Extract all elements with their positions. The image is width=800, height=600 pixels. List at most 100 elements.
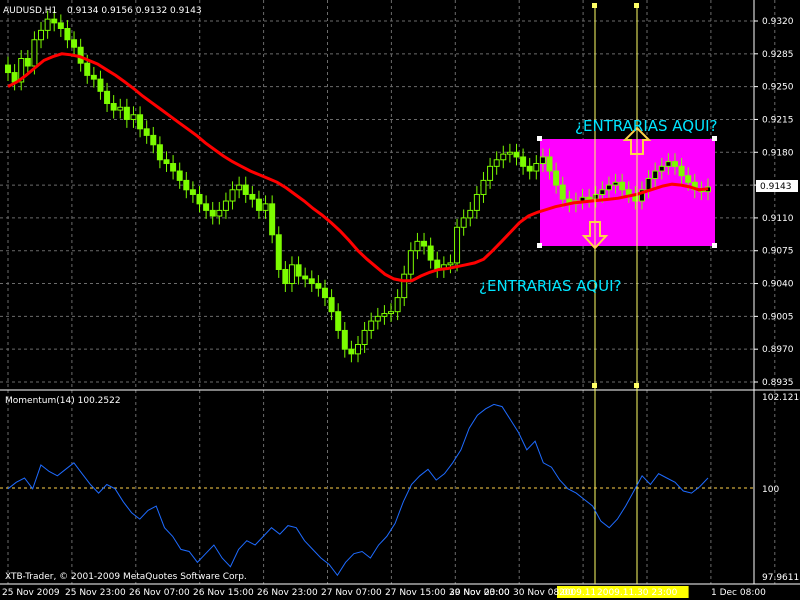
candle-body-up bbox=[361, 329, 368, 345]
candle-body-down bbox=[71, 39, 78, 48]
momentum-tick-label: 100 bbox=[762, 485, 779, 495]
candle-body-up bbox=[130, 114, 137, 120]
candle-body-up bbox=[599, 189, 606, 195]
time-tick-label: 1 Dec 08:00 bbox=[711, 588, 766, 598]
candle-body-down bbox=[57, 22, 64, 30]
candle-body-down bbox=[163, 159, 170, 165]
top-annotation[interactable]: ¿ENTRARIAS AQUI? bbox=[575, 117, 717, 135]
candle-body-up bbox=[447, 262, 454, 266]
price-tick-label: 0.9285 bbox=[762, 50, 794, 60]
box-handle-bl[interactable] bbox=[537, 243, 542, 248]
candle-body-up bbox=[645, 178, 652, 191]
candle-body-down bbox=[156, 144, 163, 161]
time-tick-label: 2009.11.30 23:00 bbox=[597, 588, 678, 598]
momentum-tick-label: 102.1218 bbox=[762, 393, 800, 403]
candle-body-down bbox=[97, 78, 104, 92]
candle-body-down bbox=[104, 90, 111, 105]
candle-body-down bbox=[176, 170, 183, 181]
candle-body-up bbox=[31, 39, 38, 67]
vline-1-handle-bottom[interactable] bbox=[592, 383, 597, 388]
candle-body-down bbox=[51, 18, 58, 24]
candle-body-up bbox=[222, 200, 229, 211]
vline-1-handle-top[interactable] bbox=[592, 3, 597, 8]
candle-body-down bbox=[64, 28, 71, 41]
candle-body-up bbox=[460, 217, 467, 228]
candle-body-up bbox=[480, 179, 487, 195]
candle-body-up bbox=[665, 161, 672, 167]
chart-symbol-label: AUDUSD,H1 bbox=[3, 6, 57, 16]
candle-body-down bbox=[321, 287, 328, 299]
bottom-annotation[interactable]: ¿ENTRARIAS AQUI? bbox=[479, 277, 621, 295]
candle-body-down bbox=[5, 64, 11, 74]
candle-body-down bbox=[295, 264, 302, 277]
candle-body-down bbox=[84, 62, 91, 76]
candle-body-up bbox=[288, 264, 295, 285]
candle-body-up bbox=[500, 153, 507, 161]
candle-body-down bbox=[203, 203, 210, 211]
candle-body-down bbox=[685, 175, 692, 183]
candle-body-up bbox=[605, 184, 612, 191]
candle-body-up bbox=[381, 313, 388, 317]
candle-body-down bbox=[315, 283, 322, 289]
candle-body-down bbox=[513, 151, 520, 158]
candle-body-up bbox=[374, 315, 381, 322]
time-tick-label: 26 Nov 15:00 bbox=[193, 588, 254, 598]
momentum-title: Momentum(14) 100.2522 bbox=[5, 396, 121, 406]
candle-body-down bbox=[427, 245, 434, 261]
time-tick-label: 25 Nov 23:00 bbox=[65, 588, 126, 598]
candle-body-down bbox=[520, 156, 527, 167]
price-tick-label: 0.9180 bbox=[762, 148, 794, 158]
candle-body-down bbox=[678, 165, 685, 177]
candle-body-up bbox=[414, 240, 421, 252]
candle-body-down bbox=[269, 203, 276, 236]
box-handle-tl[interactable] bbox=[537, 136, 542, 141]
price-tick-label: 0.8935 bbox=[762, 378, 794, 388]
candle-body-up bbox=[394, 297, 401, 313]
price-tick-label: 0.9075 bbox=[762, 247, 794, 257]
candle-body-up bbox=[117, 106, 124, 111]
candle-body-down bbox=[137, 114, 144, 130]
vline-2-handle-bottom[interactable] bbox=[634, 383, 639, 388]
trading-chart[interactable]: ¿ENTRARIAS AQUI? ¿ENTRARIAS AQUI? AUDUSD… bbox=[0, 0, 800, 600]
vline-2-handle-top[interactable] bbox=[634, 3, 639, 8]
candle-body-down bbox=[302, 275, 309, 280]
candle-body-up bbox=[262, 203, 269, 211]
candle-body-down bbox=[110, 103, 117, 111]
chart-ohlc-label: 0.9134 0.9156 0.9132 0.9143 bbox=[67, 6, 202, 16]
candle-body-down bbox=[150, 134, 157, 146]
price-tick-label: 0.9320 bbox=[762, 17, 794, 27]
candle-body-up bbox=[229, 189, 236, 202]
candle-body-down bbox=[123, 106, 130, 120]
candle-body-down bbox=[242, 184, 249, 195]
candle-body-up bbox=[236, 184, 243, 191]
candle-body-up bbox=[473, 193, 480, 211]
candle-body-up bbox=[407, 250, 414, 275]
candle-body-down bbox=[24, 58, 31, 67]
candle-body-up bbox=[467, 209, 474, 219]
candle-body-up bbox=[454, 226, 461, 264]
candle-body-down bbox=[586, 196, 593, 200]
candle-body-up bbox=[506, 151, 513, 155]
time-tick-label: 27 Nov 07:00 bbox=[321, 588, 382, 598]
candle-body-down bbox=[90, 74, 97, 80]
candle-body-up bbox=[539, 156, 546, 165]
price-tick-label: 0.9005 bbox=[762, 312, 794, 322]
candle-body-up bbox=[216, 209, 223, 217]
candle-body-down bbox=[619, 181, 626, 191]
candle-body-down bbox=[275, 234, 282, 270]
candle-body-down bbox=[526, 165, 533, 172]
price-tick-label: 0.9040 bbox=[762, 280, 794, 290]
time-tick-label: 27 Nov 15:00 bbox=[385, 588, 446, 598]
candle-body-up bbox=[401, 273, 408, 299]
box-handle-br[interactable] bbox=[712, 243, 717, 248]
chart-header: AUDUSD,H1 0.9134 0.9156 0.9132 0.9143 bbox=[3, 6, 202, 16]
candle-body-up bbox=[592, 193, 599, 200]
box-handle-tr[interactable] bbox=[712, 136, 717, 141]
candle-body-up bbox=[388, 311, 395, 315]
candle-body-down bbox=[553, 170, 560, 186]
price-tick-label: 0.8970 bbox=[762, 345, 794, 355]
candle-body-down bbox=[328, 297, 335, 313]
candle-body-up bbox=[355, 343, 361, 355]
time-tick-label: 26 Nov 07:00 bbox=[129, 588, 190, 598]
candle-body-up bbox=[38, 29, 45, 41]
